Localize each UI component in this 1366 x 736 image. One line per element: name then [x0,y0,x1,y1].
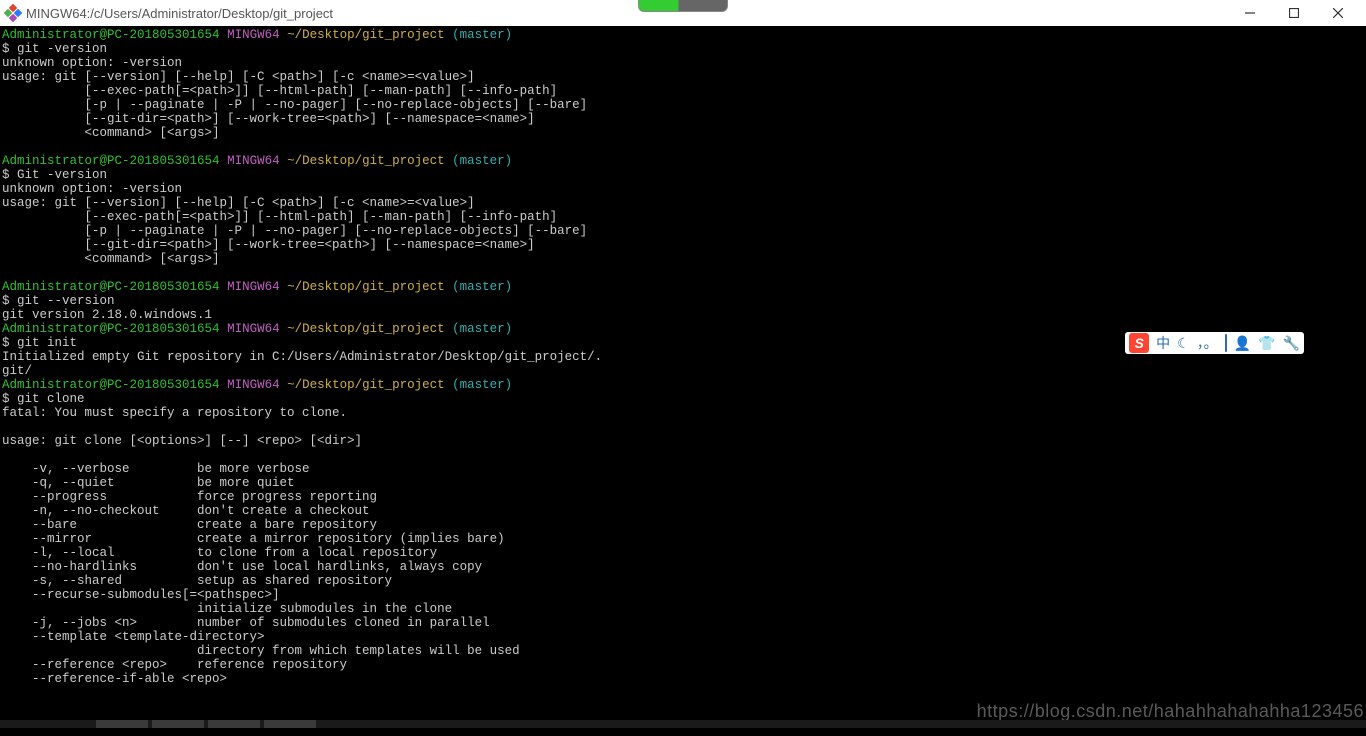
ime-language-bar[interactable]: S 中 ☾ ，。 👤 👕 🔧 [1125,332,1304,354]
window-maximize-button[interactable] [1272,0,1316,26]
person-icon[interactable]: 👤 [1234,336,1251,350]
ime-logo-icon[interactable]: S [1129,333,1149,353]
watermark-text: https://blog.csdn.net/hahahhahahahha1234… [977,701,1366,722]
moon-icon[interactable]: ☾ [1177,336,1190,350]
keyboard-icon[interactable] [1225,336,1227,350]
bottom-tab-strip [0,720,1366,728]
ime-lang-toggle[interactable]: 中 [1156,336,1170,350]
app-icon [6,6,20,20]
terminal-output: Administrator@PC-201805301654 MINGW64 ~/… [0,26,1366,686]
window-title: MINGW64:/c/Users/Administrator/Desktop/g… [26,6,333,21]
top-gauge-decoration [638,0,728,12]
punctuation-icon[interactable]: ，。 [1197,336,1218,350]
wrench-icon[interactable]: 🔧 [1283,336,1300,350]
window-close-button[interactable] [1316,0,1360,26]
terminal-viewport[interactable]: Administrator@PC-201805301654 MINGW64 ~/… [0,26,1366,728]
shirt-icon[interactable]: 👕 [1258,336,1275,350]
window-minimize-button[interactable] [1228,0,1272,26]
